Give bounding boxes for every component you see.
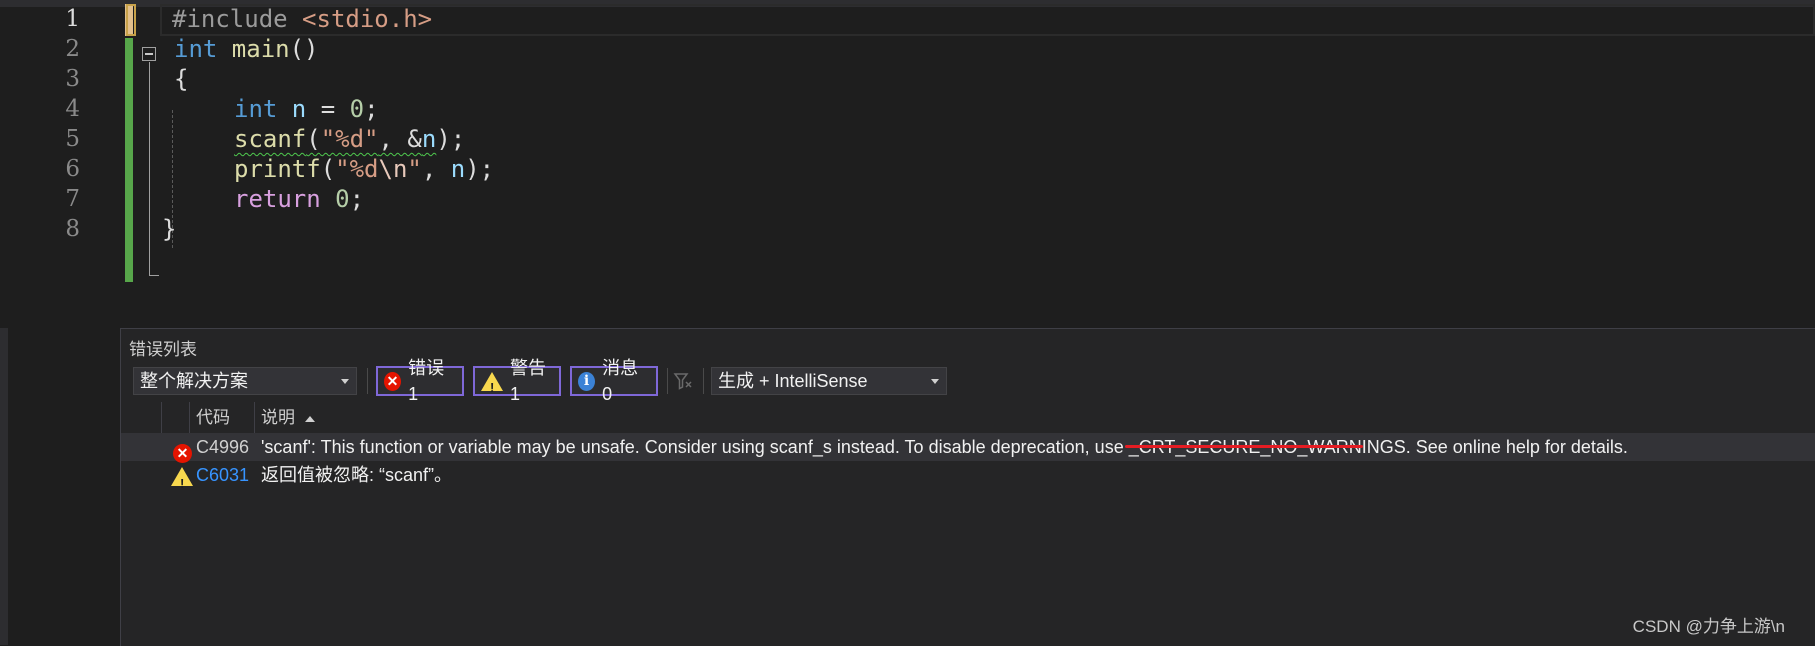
errors-filter-label: 错误 1 <box>408 358 445 404</box>
line-number: 8 <box>65 216 80 242</box>
include-header: <stdio.h> <box>302 5 433 33</box>
table-row[interactable]: C6031 返回值被忽略: “scanf”。 <box>121 461 1815 498</box>
keyword: return <box>234 185 321 213</box>
number-literal: 0 <box>335 185 350 213</box>
column-header-description-label: 说明 <box>261 408 295 427</box>
error-code-link[interactable]: C6031 <box>196 461 249 489</box>
panel-left-strip <box>0 328 8 645</box>
table-row[interactable]: ✕ C4996 'scanf': This function or variab… <box>121 433 1815 463</box>
function-name: printf <box>234 155 321 183</box>
column-separator <box>161 402 162 433</box>
code-punctuation: , <box>421 155 451 183</box>
annotation-underline <box>1125 445 1363 448</box>
messages-filter-button[interactable]: i 消息 0 <box>570 358 658 404</box>
sort-ascending-icon <box>305 415 315 422</box>
number-literal: 0 <box>349 95 365 123</box>
string-literal: "%d <box>335 155 379 183</box>
dropdown-arrow-icon <box>341 379 349 384</box>
code-punctuation: ); <box>465 155 495 183</box>
column-header-description[interactable]: 说明 <box>261 402 315 433</box>
toolbar-separator <box>667 368 668 394</box>
dropdown-arrow-icon <box>931 379 939 384</box>
errors-filter-button[interactable]: ✕ 错误 1 <box>376 358 464 404</box>
warning-squiggle[interactable]: scanf("%d", &n <box>234 125 436 153</box>
scope-dropdown[interactable]: 整个解决方案 <box>133 367 357 395</box>
code-punctuation: ( <box>306 125 321 153</box>
watermark: CSDN @力争上游\n <box>1632 617 1785 636</box>
column-separator[interactable] <box>254 402 255 433</box>
error-table-header: 代码 说明 <box>121 402 1815 433</box>
warning-icon <box>171 466 193 498</box>
code-punctuation: () <box>289 35 319 63</box>
panel-title: 错误列表 <box>129 340 197 359</box>
code-punctuation: ; <box>364 95 379 123</box>
code-punctuation: ); <box>436 125 466 153</box>
build-source-dropdown[interactable]: 生成 + IntelliSense <box>711 367 947 395</box>
escape-sequence: \n <box>378 155 408 183</box>
error-icon: ✕ <box>384 371 402 391</box>
preprocessor-directive: #include <box>172 5 303 33</box>
keyword: int <box>234 95 278 123</box>
error-code: C4996 <box>196 437 250 457</box>
clear-filter-icon[interactable] <box>673 371 693 391</box>
variable: n <box>277 95 307 123</box>
warnings-filter-button[interactable]: 警告 1 <box>473 358 561 404</box>
scope-dropdown-value: 整个解决方案 <box>140 371 248 391</box>
variable: n <box>421 125 437 153</box>
toolbar-separator <box>703 368 704 394</box>
column-header-code[interactable]: 代码 <box>196 402 230 433</box>
fold-region-end <box>149 275 159 276</box>
variable: n <box>450 155 466 183</box>
code-operator: = <box>306 95 350 123</box>
warnings-filter-label: 警告 1 <box>510 358 546 404</box>
column-separator <box>189 402 190 433</box>
code-punctuation: ; <box>349 185 365 213</box>
warning-icon <box>481 371 503 401</box>
error-list-panel: 错误列表 整个解决方案 ✕ 错误 1 警告 1 i 消息 0 生成 + Inte… <box>120 328 1815 646</box>
messages-filter-label: 消息 0 <box>602 358 639 404</box>
error-description: 'scanf': This function or variable may b… <box>261 437 1628 457</box>
error-list-toolbar: 整个解决方案 ✕ 错误 1 警告 1 i 消息 0 生成 + IntelliSe… <box>133 358 1813 404</box>
code-punctuation: , & <box>378 125 422 153</box>
code-editor[interactable]: 1 #include <stdio.h> 2 int main() 3 { 4 … <box>0 0 1815 328</box>
toolbar-separator <box>367 368 368 394</box>
keyword: int <box>174 35 218 63</box>
function-name: main <box>217 35 290 63</box>
string-literal: " <box>407 155 422 183</box>
code-punctuation: } <box>162 215 177 243</box>
build-source-value: 生成 + IntelliSense <box>718 371 868 391</box>
info-icon: i <box>578 371 596 391</box>
error-description: 返回值被忽略: “scanf”。 <box>261 465 453 485</box>
code-punctuation: ( <box>320 155 336 183</box>
function-name: scanf <box>234 125 307 153</box>
code-line-8[interactable]: 8 } <box>0 212 1815 247</box>
string-literal: "%d" <box>320 125 379 153</box>
